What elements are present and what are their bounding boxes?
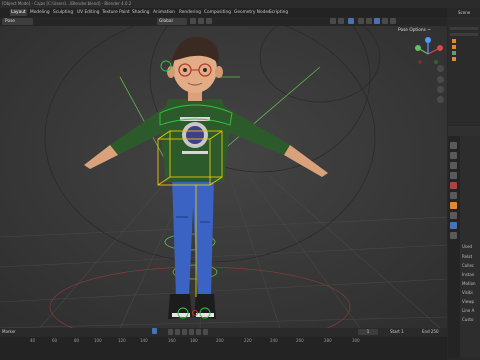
transform-orientation[interactable]: Global bbox=[157, 18, 187, 25]
solid-shading-icon[interactable] bbox=[374, 18, 380, 24]
render-tab-icon[interactable] bbox=[450, 152, 457, 159]
frame-number: 200 bbox=[216, 338, 224, 343]
tab-sculpting[interactable]: Sculpting bbox=[52, 9, 74, 16]
next-keyframe-icon[interactable] bbox=[196, 329, 201, 335]
visibility-icon[interactable] bbox=[330, 18, 336, 24]
frame-number: 180 bbox=[190, 338, 198, 343]
pose-options-button[interactable]: Pose Options ~ bbox=[398, 27, 442, 34]
prop-row[interactable]: Line A bbox=[462, 308, 474, 313]
properties-header bbox=[448, 126, 480, 136]
rendered-shading-icon[interactable] bbox=[390, 18, 396, 24]
title-bar: [Object Mode] - Cajas [C:\Users\...\Blen… bbox=[0, 0, 480, 8]
world-tab-icon[interactable] bbox=[450, 192, 457, 199]
outliner[interactable] bbox=[448, 17, 480, 125]
marker-menu[interactable]: Marker bbox=[2, 329, 16, 334]
constraint-tab-icon[interactable] bbox=[450, 232, 457, 239]
camera-icon[interactable] bbox=[437, 86, 444, 93]
object-tab-icon[interactable] bbox=[450, 202, 457, 209]
tab-scripting[interactable]: Scripting bbox=[268, 9, 289, 16]
wireframe-shading-icon[interactable] bbox=[366, 18, 372, 24]
prop-row[interactable]: Visibi bbox=[462, 290, 473, 295]
tab-rendering[interactable]: Rendering bbox=[178, 9, 202, 16]
tab-texture-paint[interactable]: Texture Paint bbox=[101, 9, 131, 16]
tool-tab-icon[interactable] bbox=[450, 142, 457, 149]
tab-animation[interactable]: Animation bbox=[152, 9, 176, 16]
frame-number: 300 bbox=[352, 338, 360, 343]
frame-number: 120 bbox=[118, 338, 126, 343]
prop-row[interactable]: Custo bbox=[462, 317, 473, 322]
tab-compositing[interactable]: Compositing bbox=[203, 9, 232, 16]
timeline-controls bbox=[0, 328, 447, 337]
frame-number: 140 bbox=[140, 338, 148, 343]
xray-icon[interactable] bbox=[358, 18, 364, 24]
frame-number: 40 bbox=[30, 338, 36, 343]
3d-viewport[interactable] bbox=[0, 17, 447, 328]
prev-keyframe-icon[interactable] bbox=[175, 329, 180, 335]
playhead[interactable] bbox=[152, 328, 157, 334]
tab-geometry-nodes[interactable]: Geometry Nodes bbox=[233, 9, 271, 16]
prop-row[interactable]: Motion bbox=[462, 281, 476, 286]
properties-tabs bbox=[448, 136, 460, 358]
physics-tab-icon[interactable] bbox=[450, 222, 457, 229]
output-tab-icon[interactable] bbox=[450, 162, 457, 169]
play-icon[interactable] bbox=[189, 329, 194, 335]
frame-number: 260 bbox=[296, 338, 304, 343]
jump-start-icon[interactable] bbox=[168, 329, 173, 335]
overlay-icon[interactable] bbox=[348, 18, 354, 24]
frame-number: 80 bbox=[74, 338, 80, 343]
current-frame-field[interactable]: 1 bbox=[358, 329, 378, 335]
scene-label: Scene bbox=[458, 10, 471, 15]
frame-number: 220 bbox=[244, 338, 252, 343]
end-label: End 250 bbox=[422, 329, 439, 334]
frame-number: 240 bbox=[270, 338, 278, 343]
prop-row[interactable]: Viewp bbox=[462, 299, 474, 304]
title-text: [Object Mode] - Cajas [C:\Users\...\Blen… bbox=[2, 1, 132, 6]
pan-hand-icon[interactable] bbox=[437, 76, 444, 83]
viewport-scene bbox=[0, 17, 447, 328]
snap-icon[interactable] bbox=[198, 18, 204, 24]
workspace-tabs-bar: Layout Modeling Sculpting UV Editing Tex… bbox=[0, 8, 480, 17]
zoom-icon[interactable] bbox=[437, 65, 444, 72]
tab-layout[interactable]: Layout bbox=[10, 9, 27, 16]
tab-modeling[interactable]: Modeling bbox=[29, 9, 51, 16]
proportional-icon[interactable] bbox=[206, 18, 212, 24]
tab-shading[interactable]: Shading bbox=[131, 9, 150, 16]
modifier-tab-icon[interactable] bbox=[450, 212, 457, 219]
frame-number: 280 bbox=[324, 338, 332, 343]
material-shading-icon[interactable] bbox=[382, 18, 388, 24]
frame-number: 100 bbox=[94, 338, 102, 343]
gizmo-icon[interactable] bbox=[338, 18, 344, 24]
frame-number: 60 bbox=[52, 338, 58, 343]
frame-number: 160 bbox=[168, 338, 176, 343]
mode-selector[interactable]: Pose bbox=[2, 18, 33, 25]
view-layer-tab-icon[interactable] bbox=[450, 172, 457, 179]
prop-row[interactable]: Instan bbox=[462, 272, 474, 277]
play-reverse-icon[interactable] bbox=[182, 329, 187, 335]
grid-icon[interactable] bbox=[437, 96, 444, 103]
start-label: Start 1 bbox=[390, 329, 404, 334]
prop-row[interactable]: Collec bbox=[462, 263, 474, 268]
prop-row[interactable]: Used bbox=[462, 244, 472, 249]
prop-row[interactable]: Relat bbox=[462, 254, 472, 259]
scene-tab-icon[interactable] bbox=[450, 182, 457, 189]
pivot-icon[interactable] bbox=[190, 18, 196, 24]
tab-uv-editing[interactable]: UV Editing bbox=[76, 9, 100, 16]
jump-end-icon[interactable] bbox=[203, 329, 208, 335]
